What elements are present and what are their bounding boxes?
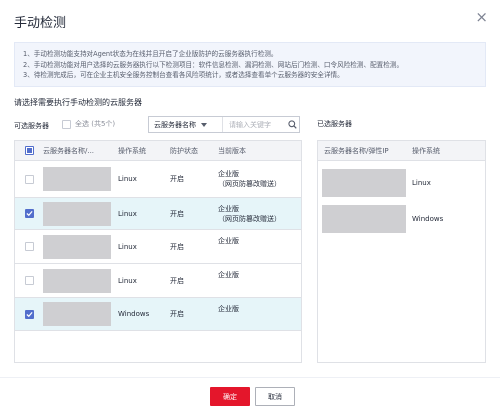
redacted-server-name xyxy=(322,169,406,197)
select-all[interactable]: 全选 (共5个) xyxy=(62,119,115,129)
row-status: 开启 xyxy=(170,276,184,285)
notice-line: 3、待检测完成后，可在企业主机安全服务控制台查看各风险项统计，或者选择查看单个云… xyxy=(23,71,344,80)
column-header-name[interactable]: 云服务器名称/... xyxy=(43,146,118,156)
notice-line: 1、手动检测功能支持对Agent状态为在线并且开启了企业版防护的云服务器执行检测… xyxy=(23,50,278,58)
row-os: Windows xyxy=(118,310,150,318)
redacted-server-name xyxy=(43,167,111,191)
row-status: 开启 xyxy=(170,310,184,318)
table-row[interactable]: Linux 开启 企业版 xyxy=(15,230,301,264)
filter-field-select[interactable]: 云服务器名称 xyxy=(149,117,223,132)
row-checkbox[interactable] xyxy=(24,309,34,319)
row-checkbox[interactable] xyxy=(24,276,34,285)
selected-row[interactable]: Linux xyxy=(318,163,485,203)
notice-box: 1、手动检测功能支持对Agent状态为在线并且开启了企业版防护的云服务器执行检测… xyxy=(14,42,486,87)
caret-down-icon xyxy=(201,122,207,127)
row-os: Linux xyxy=(118,209,137,218)
row-status: 开启 xyxy=(170,242,184,251)
available-servers-table: 云服务器名称/... 操作系统 防护状态 当前版本 Linux 开启 企业版 （网… xyxy=(14,140,302,363)
table-row[interactable]: Linux 开启 企业版 （网页防篡改赠送） xyxy=(15,161,301,198)
selected-servers-table: 云服务器名称/弹性IP 操作系统 Linux Windows xyxy=(317,140,486,363)
table-row[interactable]: Windows 开启 企业版 xyxy=(15,298,301,331)
selected-row[interactable]: Windows xyxy=(318,199,485,239)
column-header-status: 防护状态 xyxy=(170,146,198,155)
column-header-os: 操作系统 xyxy=(118,146,146,155)
available-servers-label: 可选服务器 xyxy=(14,122,49,130)
row-checkbox[interactable] xyxy=(24,209,34,218)
select-all-checkbox[interactable] xyxy=(62,119,71,129)
row-os: Linux xyxy=(118,276,137,285)
selected-servers-label: 已选服务器 xyxy=(317,120,352,128)
redacted-server-name xyxy=(43,201,111,226)
filter-field-label: 云服务器名称 xyxy=(154,120,196,129)
notice-line: 2、手动检测功能对用户选择的云服务器执行以下检测项目：软件信息检测、漏洞检测、网… xyxy=(23,60,404,69)
table-row[interactable]: Linux 开启 企业版 （网页防篡改赠送） xyxy=(15,198,301,230)
header-checkbox[interactable] xyxy=(24,146,34,155)
row-version: 企业版 xyxy=(218,204,239,213)
confirm-button[interactable]: 确定 xyxy=(210,387,250,406)
footer-divider xyxy=(0,377,500,378)
section-label: 请选择需要执行手动检测的云服务器 xyxy=(14,98,142,107)
row-checkbox[interactable] xyxy=(24,242,34,251)
close-icon[interactable]: × xyxy=(475,10,488,25)
select-all-label: 全选 (共5个) xyxy=(75,120,116,128)
search-icon[interactable] xyxy=(285,120,299,129)
search-input[interactable]: 请输入关键字 xyxy=(223,120,285,130)
column-header-os: 操作系统 xyxy=(412,146,440,155)
row-version-note: （网页防篡改赠送） xyxy=(218,180,281,188)
column-header-version: 当前版本 xyxy=(218,146,246,155)
row-checkbox[interactable] xyxy=(24,174,34,184)
column-header-name-ip: 云服务器名称/弹性IP xyxy=(324,146,389,155)
redacted-server-name xyxy=(43,234,111,259)
row-version: 企业版 xyxy=(218,237,239,245)
row-version: 企业版 xyxy=(218,271,239,279)
header-checkbox-cell xyxy=(15,146,43,155)
filter-bar: 云服务器名称 请输入关键字 xyxy=(148,116,300,133)
cancel-button[interactable]: 取消 xyxy=(255,387,295,406)
row-status: 开启 xyxy=(170,209,184,218)
table-header: 云服务器名称/... 操作系统 防护状态 当前版本 xyxy=(15,141,301,161)
row-os: Linux xyxy=(118,175,137,183)
row-version: 企业版 xyxy=(218,170,239,178)
row-os: Windows xyxy=(412,215,444,223)
table-row[interactable]: Linux 开启 企业版 xyxy=(15,264,301,298)
table-header: 云服务器名称/弹性IP 操作系统 xyxy=(318,141,485,161)
row-status: 开启 xyxy=(170,175,184,183)
row-os: Linux xyxy=(118,242,137,251)
dialog-title: 手动检测 xyxy=(14,16,67,31)
redacted-server-name xyxy=(43,302,111,326)
redacted-server-name xyxy=(322,205,406,233)
redacted-server-name xyxy=(43,268,111,293)
row-version: 企业版 xyxy=(218,305,239,313)
row-version-note: （网页防篡改赠送） xyxy=(218,214,281,223)
row-os: Linux xyxy=(412,179,431,187)
